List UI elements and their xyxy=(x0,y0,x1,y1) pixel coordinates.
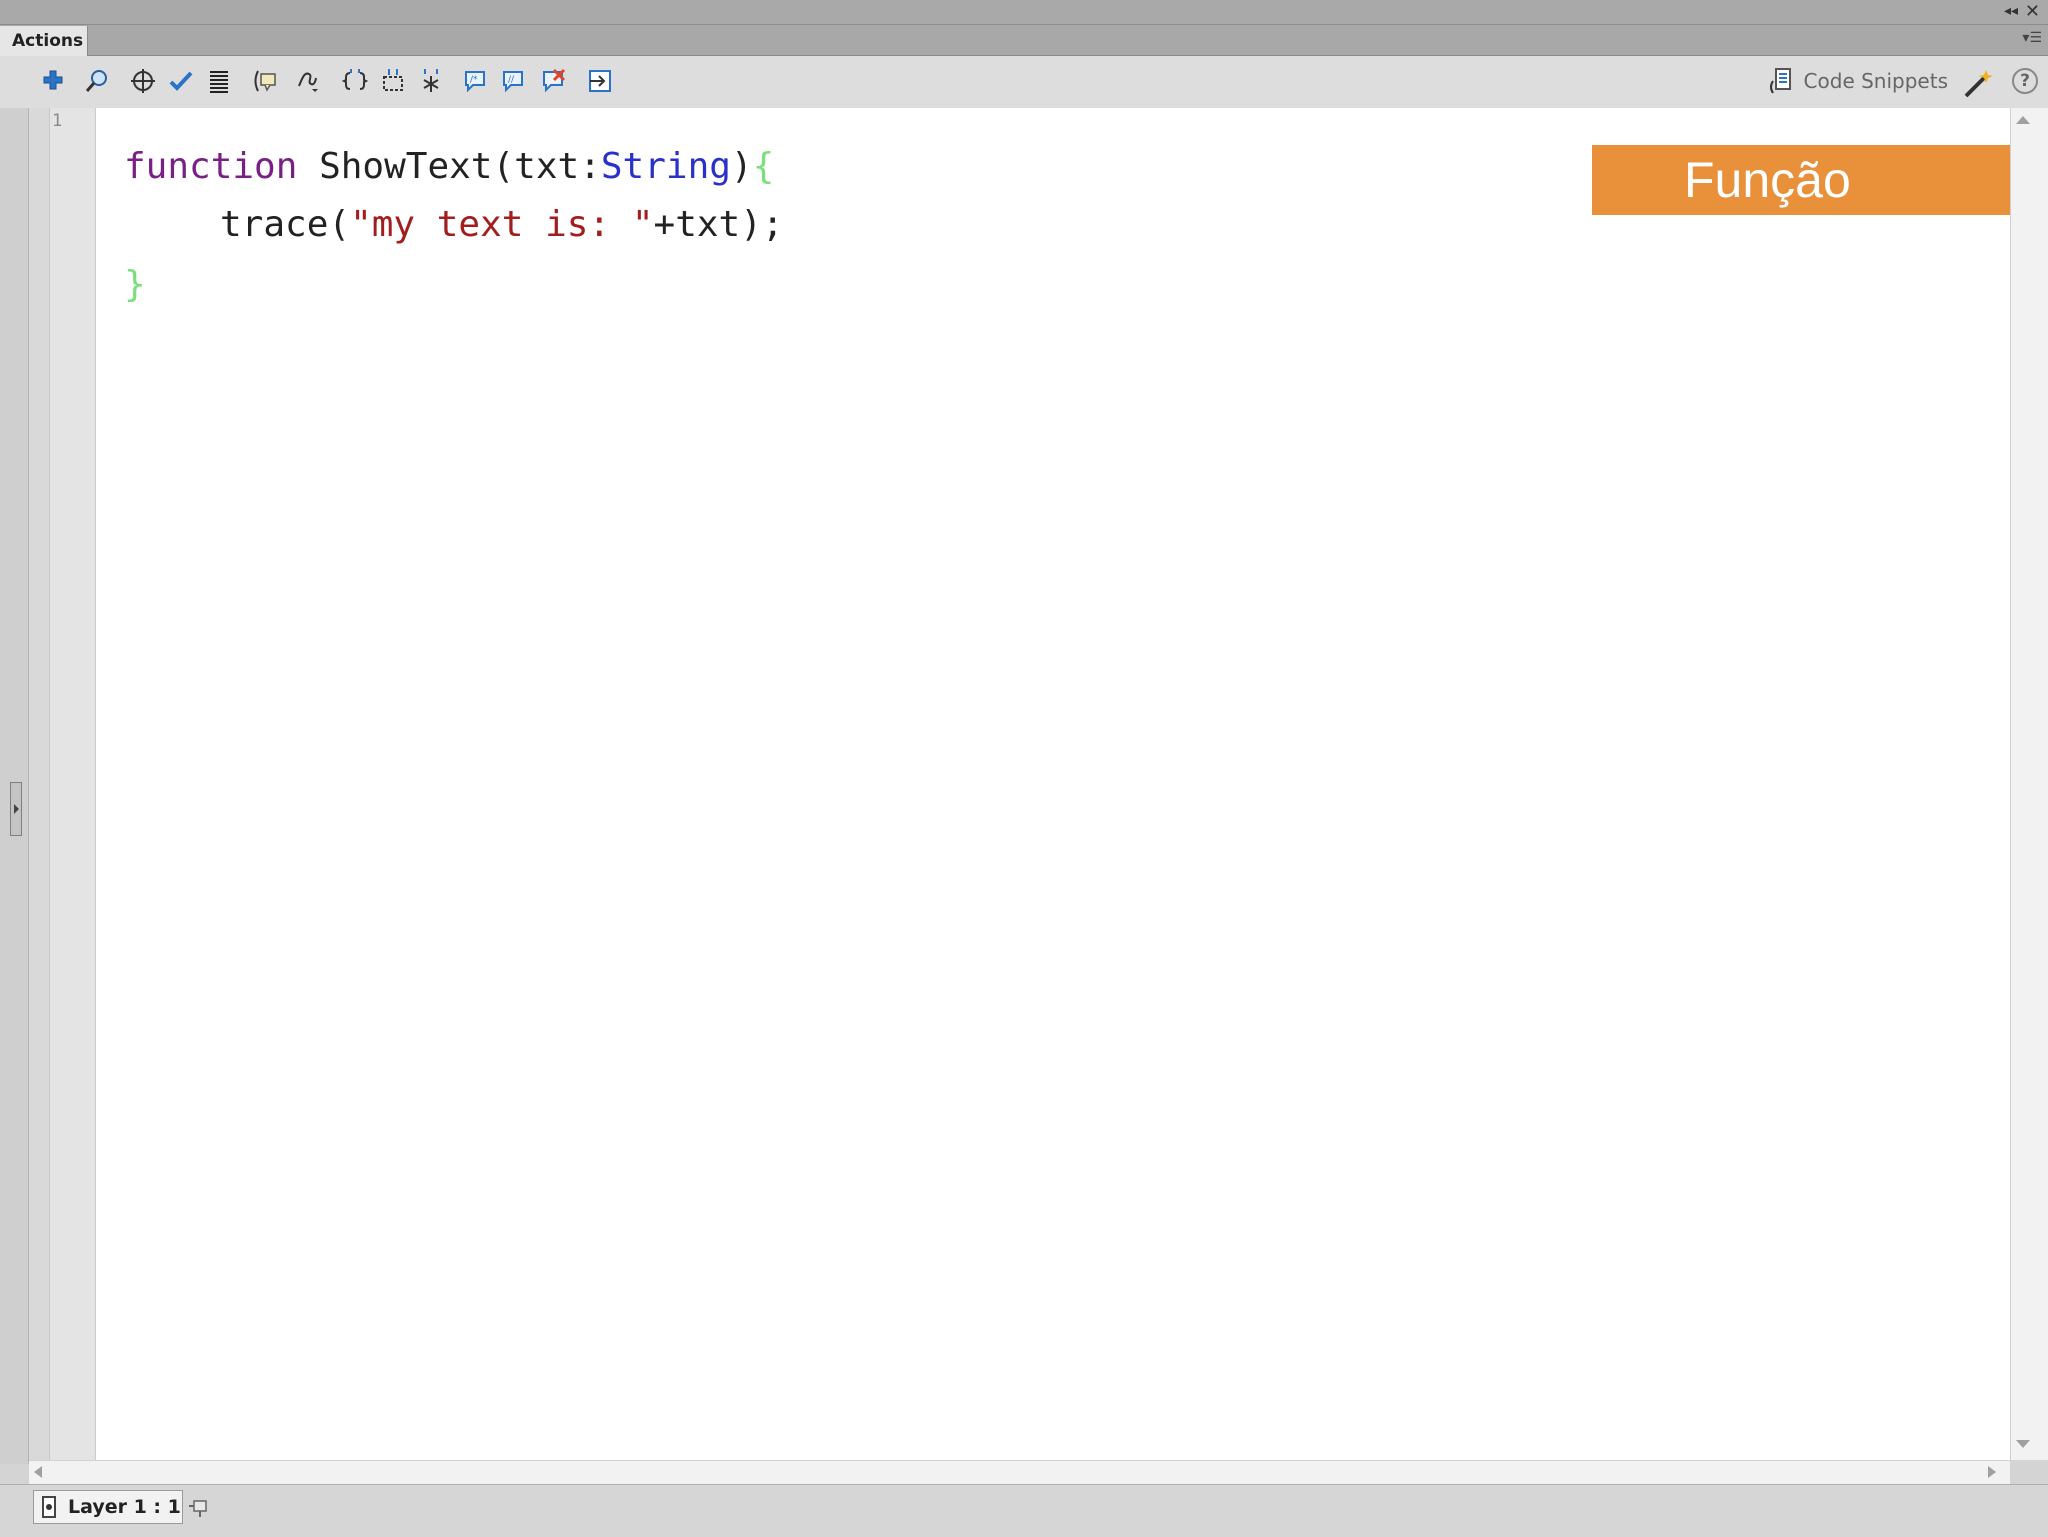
expand-all-icon[interactable] xyxy=(416,66,446,96)
check-syntax-icon[interactable] xyxy=(166,66,196,96)
breakpoint-margin[interactable] xyxy=(29,108,50,1460)
call-paren-open: ( xyxy=(328,204,351,245)
paren-open: ( xyxy=(492,146,515,187)
apply-line-comment-icon[interactable]: // xyxy=(498,66,528,96)
panel-header xyxy=(0,25,2048,56)
expand-toolbox-handle[interactable] xyxy=(10,782,22,836)
pin-script-icon[interactable] xyxy=(188,1496,212,1518)
collapse-selection-icon[interactable] xyxy=(378,66,408,96)
function-label-banner: Função xyxy=(1592,145,2048,215)
arg-name: txt xyxy=(675,204,741,245)
find-icon[interactable] xyxy=(82,66,112,96)
add-new-item-icon[interactable] xyxy=(40,66,70,96)
param-name: txt xyxy=(514,146,580,187)
code-line-1: function ShowText(txt:String){ xyxy=(124,146,774,187)
type-colon: : xyxy=(579,146,601,187)
code-line-2: trace("my text is: "+txt); xyxy=(220,204,784,245)
plus-operator: + xyxy=(653,204,676,245)
help-icon[interactable]: ? xyxy=(2012,68,2038,94)
param-type: String xyxy=(600,146,731,187)
scroll-down-icon[interactable] xyxy=(2016,1440,2030,1448)
statement-end: ); xyxy=(740,204,784,245)
remove-comment-icon[interactable] xyxy=(538,66,568,96)
brace-close: } xyxy=(124,264,146,305)
brace-open: { xyxy=(752,146,775,187)
insert-target-path-icon[interactable] xyxy=(128,66,158,96)
show-hide-toolbox-icon[interactable] xyxy=(585,66,615,96)
script-editor[interactable]: function ShowText(txt:String){ trace("my… xyxy=(96,108,2010,1460)
collapse-between-braces-icon[interactable] xyxy=(340,66,370,96)
scroll-right-icon[interactable] xyxy=(1988,1466,1996,1478)
keyword-function: function xyxy=(124,146,298,187)
svg-text:/*: /* xyxy=(470,75,478,85)
horizontal-scrollbar[interactable] xyxy=(29,1460,2010,1485)
apply-block-comment-icon[interactable]: /* xyxy=(460,66,490,96)
code-snippets-icon xyxy=(1769,68,1791,94)
scroll-up-icon[interactable] xyxy=(2016,116,2030,124)
vertical-scrollbar[interactable] xyxy=(2010,108,2048,1460)
window-top-strip xyxy=(0,0,2048,25)
trace-call: trace xyxy=(220,204,329,245)
string-literal: "my text is: " xyxy=(350,204,654,245)
code-snippets-label: Code Snippets xyxy=(1803,69,1948,93)
code-snippets-button[interactable]: Code Snippets xyxy=(1768,66,1948,96)
script-navigator-bar xyxy=(0,1484,2048,1537)
paren-close: ) xyxy=(730,146,753,187)
debug-options-icon[interactable] xyxy=(292,66,322,96)
collapse-panel-icon[interactable]: ◂◂ xyxy=(2004,3,2018,19)
script-file-icon xyxy=(42,1496,56,1518)
close-icon[interactable]: ✕ xyxy=(2025,1,2040,22)
scroll-left-icon[interactable] xyxy=(34,1466,42,1478)
svg-text://: // xyxy=(508,75,515,85)
line-number: 1 xyxy=(52,111,63,131)
layer-label: Layer 1 : 1 xyxy=(68,1496,181,1518)
code-line-3: } xyxy=(124,264,146,305)
auto-format-icon[interactable] xyxy=(204,66,234,96)
function-name: ShowText xyxy=(319,146,493,187)
show-code-hint-icon[interactable] xyxy=(250,66,280,96)
panel-menu-icon[interactable]: ▾☰ xyxy=(2022,30,2042,46)
layer-script-tab[interactable]: Layer 1 : 1 xyxy=(33,1490,183,1524)
tab-actions[interactable]: Actions xyxy=(0,26,88,56)
actions-toolbar: /* // xyxy=(0,56,2048,109)
magic-wand-icon[interactable] xyxy=(1960,66,1994,100)
